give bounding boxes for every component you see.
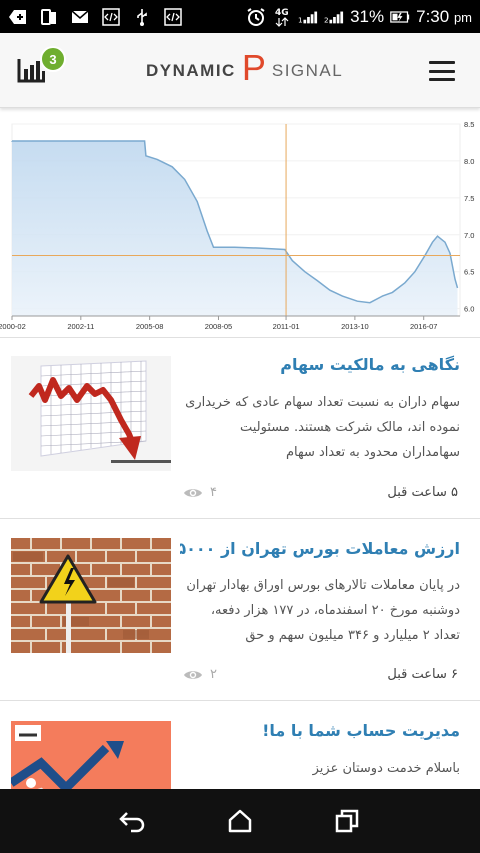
chart-x-tick-label: 2002-11 xyxy=(67,322,94,331)
news-card-views: ۴ xyxy=(183,485,217,500)
notification-badge[interactable]: 3 xyxy=(40,46,66,72)
chart-y-tick-label: 7.5 xyxy=(464,194,474,203)
4g-icon: 4G xyxy=(272,8,292,27)
brick-wall-warning-sign xyxy=(11,538,171,653)
svg-text:2: 2 xyxy=(324,15,329,24)
code-icon xyxy=(163,7,183,26)
status-bar: 4G 1 2 31% 7:30 pm xyxy=(0,0,480,33)
chart-y-tick-label: 8.0 xyxy=(464,157,474,166)
chart-x-tick-label: 2016-07 xyxy=(410,322,438,331)
eye-icon xyxy=(184,488,202,497)
clock-ampm: pm xyxy=(453,9,472,25)
add-box-icon xyxy=(8,8,28,26)
notification-icons xyxy=(8,7,183,26)
logo-word-signal: SIGNAL xyxy=(271,61,344,80)
home-icon[interactable] xyxy=(220,801,260,841)
news-card-summary: سهام داران به نسبت تعداد سهام عادی که خر… xyxy=(185,395,460,460)
clock: 7:30 pm xyxy=(416,7,472,27)
chart-x-tick-label: 2008-05 xyxy=(205,322,233,331)
signal-icon: 1 xyxy=(298,8,318,26)
system-status: 4G 1 2 31% 7:30 pm xyxy=(246,7,472,27)
eye-icon xyxy=(184,670,202,679)
news-card-views: ۲ xyxy=(183,667,217,682)
price-chart-svg[interactable]: 8.5 8.0 7.5 7.0 6.5 6.0 2000-02 2002-11 2005-08 2… xyxy=(0,116,480,336)
news-card-summary: در پایان معاملات تالارهای بورس اوراق بها… xyxy=(186,578,460,643)
logo-word-dynamic: DYNAMIC xyxy=(146,61,236,80)
news-card-thumbnail[interactable] xyxy=(11,356,171,471)
news-card-thumbnail[interactable] xyxy=(11,721,171,789)
menu-icon[interactable] xyxy=(429,61,455,81)
signal-icon: 2 xyxy=(324,8,344,26)
chart-y-tick-label: 6.5 xyxy=(464,268,474,277)
code-icon xyxy=(101,7,121,26)
news-card[interactable]: ارزش معاملات بورس تهران از ۱۵۰۰۰ م... در… xyxy=(0,518,480,700)
chart-y-tick-label: 7.0 xyxy=(464,231,474,240)
chart-y-tick-label: 8.5 xyxy=(464,120,474,129)
usb-icon xyxy=(132,8,152,26)
news-card-title[interactable]: مدیریت حساب شما با ما! xyxy=(180,721,460,740)
mail-icon xyxy=(70,8,90,26)
chart-x-tick-label: 2011-01 xyxy=(273,322,300,331)
phone-icon xyxy=(39,8,59,26)
battery-charging-icon xyxy=(390,8,410,26)
stock-crash-chart xyxy=(11,356,171,471)
price-chart[interactable]: 8.5 8.0 7.5 7.0 6.5 6.0 2000-02 2002-11 2005-08 2… xyxy=(0,116,480,336)
news-card-time: ۵ ساعت قبل xyxy=(387,485,458,500)
news-card-time: ۶ ساعت قبل xyxy=(387,667,458,682)
menu-icon-bar xyxy=(429,78,455,81)
chart-y-tick-label: 6.0 xyxy=(464,305,474,314)
system-nav-bar xyxy=(0,789,480,853)
menu-icon-bar xyxy=(429,61,455,64)
news-card-title[interactable]: ارزش معاملات بورس تهران از ۱۵۰۰۰ م... xyxy=(180,539,460,558)
chart-x-tick-label: 2005-08 xyxy=(136,322,164,331)
views-count: ۲ xyxy=(210,667,217,682)
svg-text:1: 1 xyxy=(298,15,303,24)
logo-letter-p: P xyxy=(241,47,266,88)
chart-x-tick-label: 2000-02 xyxy=(0,322,26,331)
app-logo: DYNAMIC P SIGNAL xyxy=(146,47,344,89)
svg-text:4G: 4G xyxy=(275,8,289,18)
app-header: 3 DYNAMIC P SIGNAL xyxy=(0,33,480,108)
clock-time: 7:30 xyxy=(416,6,450,26)
news-card[interactable]: مدیریت حساب شما با ما! باسلام خدمت دوستا… xyxy=(0,700,480,789)
recents-icon[interactable] xyxy=(327,801,367,841)
news-card-thumbnail[interactable] xyxy=(11,538,171,653)
news-feed[interactable]: نگاهی به مالکیت سهام سهام داران به نسبت … xyxy=(0,337,480,789)
views-count: ۴ xyxy=(210,485,217,500)
chart-x-tick-label: 2013-10 xyxy=(341,322,369,331)
battery-percent: 31% xyxy=(350,6,385,26)
back-icon[interactable] xyxy=(113,801,153,841)
news-card-title[interactable]: نگاهی به مالکیت سهام xyxy=(180,355,460,374)
news-card[interactable]: نگاهی به مالکیت سهام سهام داران به نسبت … xyxy=(0,337,480,518)
menu-icon-bar xyxy=(429,69,455,73)
arrows-graphic xyxy=(11,721,171,789)
news-card-summary: باسلام خدمت دوستان عزیز xyxy=(312,761,460,776)
alarm-icon xyxy=(246,7,266,26)
